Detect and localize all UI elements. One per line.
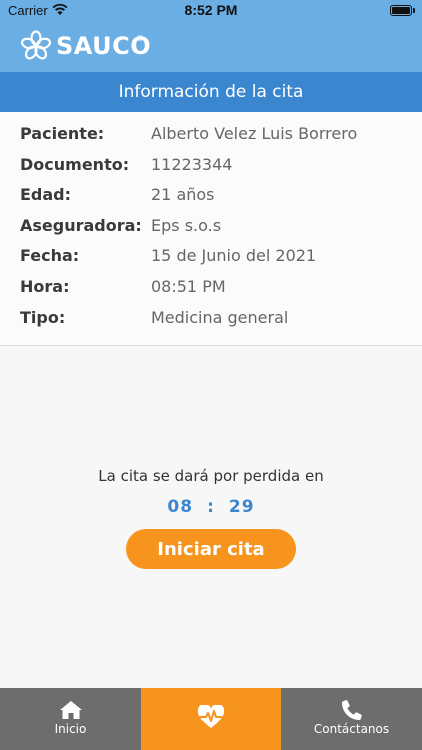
document-label: Documento: <box>20 155 130 174</box>
page-title: Información de la cita <box>0 72 422 112</box>
age-value: 21 años <box>151 185 215 204</box>
time-label: Hora: <box>20 277 70 296</box>
type-value: Medicina general <box>151 308 289 327</box>
nav-home-label: Inicio <box>54 722 87 736</box>
date-row: Fecha: 15 de Junio del 2021 <box>20 246 410 274</box>
countdown-separator: : <box>207 497 215 517</box>
phone-icon <box>341 700 362 720</box>
nav-contact[interactable]: Contáctanos <box>281 688 422 750</box>
battery-icon <box>390 5 412 16</box>
nav-contact-label: Contáctanos <box>313 722 390 736</box>
type-row: Tipo: Medicina general <box>20 308 410 336</box>
document-value: 11223344 <box>151 155 233 174</box>
insurer-row: Aseguradora: Eps s.o.s <box>20 216 410 244</box>
registered-mark: ® <box>136 34 144 43</box>
date-value: 15 de Junio del 2021 <box>151 246 317 265</box>
time-row: Hora: 08:51 PM <box>20 277 410 305</box>
home-icon <box>59 701 82 719</box>
type-label: Tipo: <box>20 308 66 327</box>
patient-label: Paciente: <box>20 124 105 143</box>
countdown-timer: 08:29 <box>0 497 422 517</box>
patient-value: Alberto Velez Luis Borrero <box>151 124 358 143</box>
countdown-minutes: 08 <box>167 497 194 517</box>
heartbeat-icon <box>197 705 225 728</box>
start-appointment-button[interactable]: Iniciar cita <box>126 529 296 569</box>
time-value: 08:51 PM <box>151 277 226 296</box>
insurer-label: Aseguradora: <box>20 216 142 235</box>
age-label: Edad: <box>20 185 72 204</box>
nav-health[interactable] <box>141 688 281 750</box>
countdown-seconds: 29 <box>228 497 255 517</box>
patient-row: Paciente: Alberto Velez Luis Borrero <box>20 124 410 152</box>
document-row: Documento: 11223344 <box>20 155 410 183</box>
logo-bar: SAUCO ® <box>0 22 422 72</box>
nav-home[interactable]: Inicio <box>0 688 141 750</box>
age-row: Edad: 21 años <box>20 185 410 213</box>
sauco-flower-icon <box>20 30 52 60</box>
battery-tip <box>413 8 415 13</box>
status-bar: Carrier 8:52 PM <box>0 0 422 22</box>
bottom-nav: Inicio Contáctanos <box>0 688 422 750</box>
appointment-info: Paciente: Alberto Velez Luis Borrero Doc… <box>0 112 422 346</box>
clock: 8:52 PM <box>184 2 238 18</box>
countdown-notice: La cita se dará por perdida en <box>98 467 324 485</box>
insurer-value: Eps s.o.s <box>151 216 222 235</box>
date-label: Fecha: <box>20 246 80 265</box>
